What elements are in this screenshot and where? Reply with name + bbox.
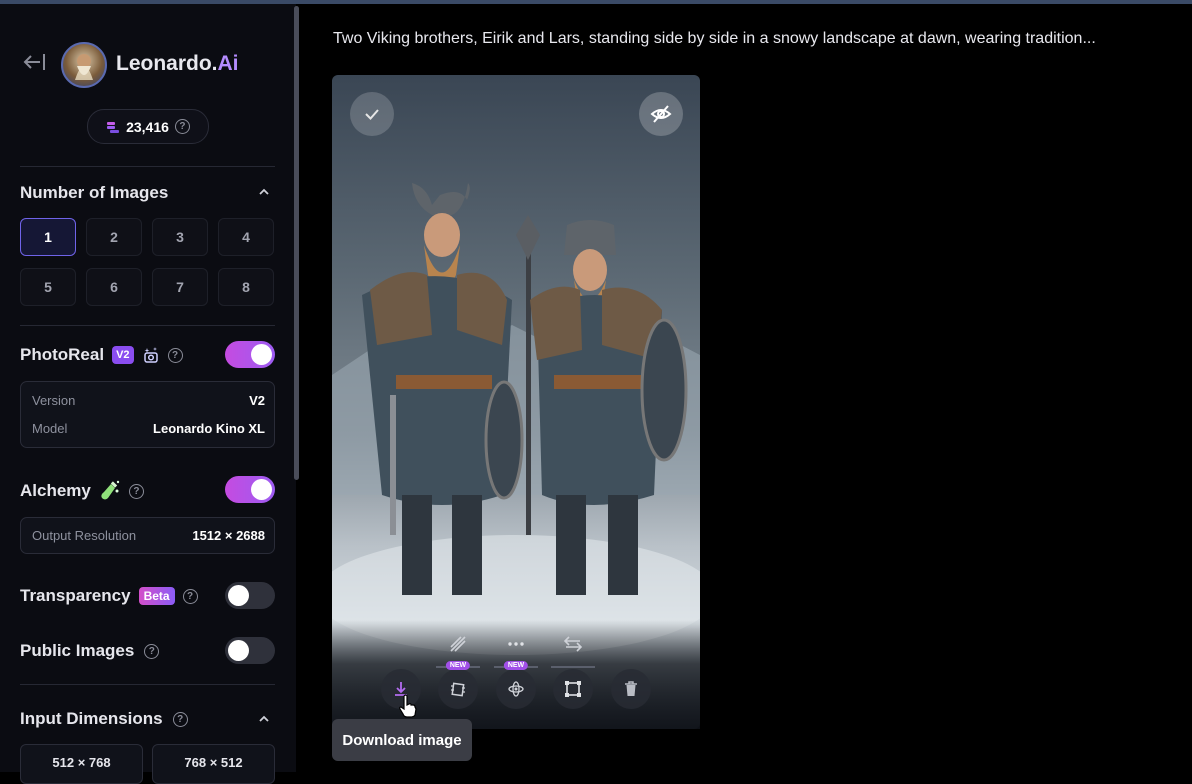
alchemy-toggle[interactable] [225, 476, 275, 503]
3d-icon [508, 681, 524, 697]
divider [20, 684, 275, 685]
public-images-header: Public Images ? [20, 641, 160, 661]
image-count-7[interactable]: 7 [152, 268, 208, 306]
more-options-icon [508, 642, 524, 646]
transparency-title: Transparency [20, 586, 131, 605]
more-options-button[interactable] [496, 624, 536, 664]
token-count: 23,416 [126, 118, 169, 135]
dimension-512x768[interactable]: 512 × 768 [20, 744, 143, 784]
help-icon[interactable]: ? [128, 483, 144, 499]
crop-button[interactable] [553, 669, 593, 709]
alchemy-header: Alchemy ? [20, 480, 144, 502]
collapse-sidebar-icon[interactable] [22, 50, 48, 74]
version-label: Version [32, 393, 76, 408]
hand-cursor-icon [399, 694, 417, 718]
potion-icon [101, 480, 120, 500]
photoreal-version-badge: V2 [112, 346, 134, 364]
tool-underline [551, 666, 595, 668]
chevron-up-icon[interactable] [259, 187, 269, 197]
image-count-8[interactable]: 8 [218, 268, 274, 306]
output-resolution-box[interactable]: Output Resolution 1512 × 2688 [20, 517, 275, 554]
help-icon[interactable]: ? [167, 347, 183, 363]
input-dimensions-title: Input Dimensions [20, 709, 163, 728]
remove-background-icon [450, 636, 466, 652]
checkmark-icon [365, 109, 379, 120]
image-count-4[interactable]: 4 [218, 218, 274, 256]
trash-icon [625, 681, 637, 696]
3d-button[interactable]: NEW [496, 661, 536, 709]
camera-sparkle-icon [143, 347, 158, 363]
public-images-title: Public Images [20, 641, 135, 660]
photoreal-header: PhotoReal V2 ? [20, 345, 183, 365]
swap-button[interactable] [553, 624, 593, 664]
model-label: Model [32, 421, 68, 436]
help-icon[interactable]: ? [144, 643, 160, 659]
image-count-6[interactable]: 6 [86, 268, 142, 306]
transparency-header: Transparency Beta ? [20, 586, 198, 606]
delete-button[interactable] [611, 669, 651, 709]
image-count-5[interactable]: 5 [20, 268, 76, 306]
transparency-toggle[interactable] [225, 582, 275, 609]
motion-icon [451, 682, 465, 697]
download-tooltip: Download image [332, 719, 472, 761]
public-images-toggle[interactable] [225, 637, 275, 664]
number-of-images-title: Number of Images [20, 183, 169, 202]
image-count-3[interactable]: 3 [152, 218, 208, 256]
chevron-up-icon[interactable] [259, 714, 269, 724]
image-count-1[interactable]: 1 [20, 218, 76, 256]
toggle-knob [251, 344, 272, 365]
generation-prompt[interactable]: Two Viking brothers, Eirik and Lars, sta… [333, 30, 1096, 48]
toggle-knob [251, 479, 272, 500]
beta-badge: Beta [138, 587, 175, 605]
image-count-2[interactable]: 2 [86, 218, 142, 256]
user-avatar[interactable] [61, 42, 107, 88]
token-icon [107, 121, 120, 133]
help-icon[interactable]: ? [172, 711, 188, 727]
motion-button[interactable]: NEW [438, 661, 478, 709]
version-row: Version V2 [32, 393, 265, 408]
toggle-knob [228, 640, 249, 661]
photoreal-title: PhotoReal [20, 345, 105, 364]
help-icon[interactable]: ? [182, 588, 198, 604]
token-balance[interactable]: 23,416 ? [87, 109, 209, 144]
remove-background-button[interactable] [438, 624, 478, 664]
divider [20, 325, 275, 326]
new-badge: NEW [445, 661, 471, 670]
dimension-768x512[interactable]: 768 × 512 [152, 744, 275, 784]
toggle-knob [228, 585, 249, 606]
model-row: Model Leonardo Kino XL [32, 421, 265, 436]
alchemy-title: Alchemy [20, 481, 91, 500]
hide-image-button[interactable] [639, 92, 683, 136]
divider [20, 166, 275, 167]
output-resolution-label: Output Resolution [32, 528, 137, 543]
swap-icon [563, 636, 583, 652]
crop-icon [565, 681, 581, 697]
app-logo[interactable]: Leonardo.Ai [116, 52, 239, 76]
model-value: Leonardo Kino XL [153, 421, 265, 436]
sidebar-scrollbar[interactable] [294, 6, 299, 480]
input-dimensions-header: Input Dimensions ? [20, 709, 188, 729]
photoreal-settings-box[interactable]: Version V2 Model Leonardo Kino XL [20, 381, 275, 448]
help-icon[interactable]: ? [174, 119, 190, 134]
output-resolution-value: 1512 × 2688 [192, 528, 265, 543]
photoreal-toggle[interactable] [225, 341, 275, 368]
select-image-button[interactable] [350, 92, 394, 136]
version-value: V2 [249, 393, 265, 408]
output-resolution-row: Output Resolution 1512 × 2688 [32, 528, 265, 543]
new-badge: NEW [503, 661, 529, 670]
eye-off-icon [650, 105, 672, 123]
